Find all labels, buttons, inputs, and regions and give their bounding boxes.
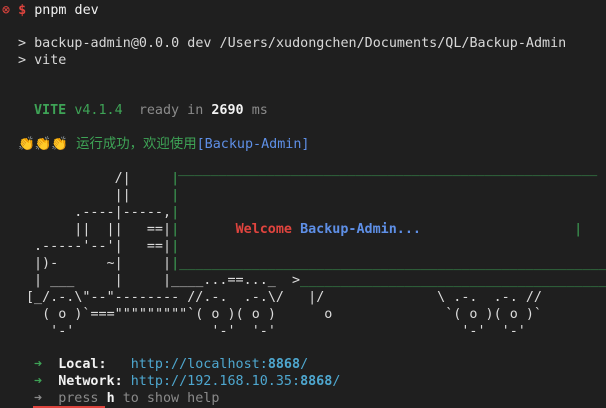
truck-ascii-row-6: |)- ~| ||_______________________________… [34, 256, 606, 271]
arrow-right-icon: ➜ [34, 374, 43, 389]
vite-version: v4.1.4 [74, 103, 123, 118]
ready-ms: 2690 [211, 103, 244, 118]
welcome-app-name: Backup-Admin... [300, 222, 421, 237]
network-url-suffix: / [332, 374, 341, 389]
ms-unit: ms [251, 103, 268, 118]
vite-ready-line: VITE v4.1.4 ready in 2690 ms [34, 102, 268, 119]
help-prefix: press [58, 391, 99, 406]
help-suffix: to show help [122, 391, 220, 406]
truck-ascii-row-10: '-' '-' '-' '-' '-' [26, 324, 526, 339]
success-message: 运行成功，欢迎使用 [76, 137, 197, 152]
vite-name: VITE [34, 103, 67, 118]
local-url-prefix: http://localhost: [130, 357, 268, 372]
ready-text: ready in [138, 103, 204, 118]
prompt-line: ⊗ $ pnpm dev [2, 2, 99, 19]
truck-ascii-row-2: || | | [34, 188, 606, 203]
success-banner: 👏👏👏 运行成功，欢迎使用[Backup-Admin] [18, 136, 309, 153]
network-url-line: ➜ Network: http://192.168.10.35:8868/ [34, 373, 340, 390]
command-text: pnpm dev [34, 3, 99, 18]
truck-ascii-row-9: ( o )`==="""""""""`( o )( o ) o `( o )( … [26, 307, 542, 322]
arrow-right-icon: ➜ [34, 357, 43, 372]
network-label: Network: [58, 374, 123, 389]
truck-ascii-row-8: [_/.-.\"--"-------- //.-. .-.\/ |/ \ .-.… [26, 290, 542, 305]
welcome-word: Welcome [235, 222, 292, 237]
truck-ascii-row-4: || || ==|| Welcome Backup-Admin... | [34, 222, 583, 237]
network-url-port: 8868 [300, 374, 333, 389]
truck-ascii-row-1: /| | | [34, 171, 606, 186]
prompt-symbol: $ [18, 3, 27, 18]
truck-ascii-row-7: | ___ | |____...==..._ >________________… [34, 273, 606, 288]
local-url[interactable]: http://localhost:8868/ [131, 357, 308, 372]
help-key: h [106, 391, 115, 406]
truck-ascii-row-3: .----|-----,| | [34, 205, 606, 220]
network-url[interactable]: http://192.168.10.35:8868/ [131, 374, 341, 389]
local-url-line: ➜ Local: http://localhost:8868/ [34, 356, 308, 373]
help-line: ➜ press h to show help [34, 390, 219, 407]
terminal-window: ⊗ $ pnpm dev > backup-admin@0.0.0 dev /U… [0, 0, 606, 408]
script-output-line-2: > vite [18, 53, 67, 68]
clapping-hands-icon: 👏👏👏 [18, 137, 69, 152]
app-name-tag: [Backup-Admin] [196, 137, 310, 152]
script-output-line-1: > backup-admin@0.0.0 dev /Users/xudongch… [18, 36, 567, 51]
local-label: Local: [58, 357, 107, 372]
truck-ascii-row-5: .-----'--'| ==|| | [34, 239, 606, 254]
local-url-suffix: / [300, 357, 309, 372]
local-url-port: 8868 [267, 357, 301, 372]
arrow-right-icon: ➜ [34, 391, 43, 406]
error-status-icon: ⊗ [2, 3, 11, 18]
network-url-prefix: http://192.168.10.35: [130, 374, 301, 389]
